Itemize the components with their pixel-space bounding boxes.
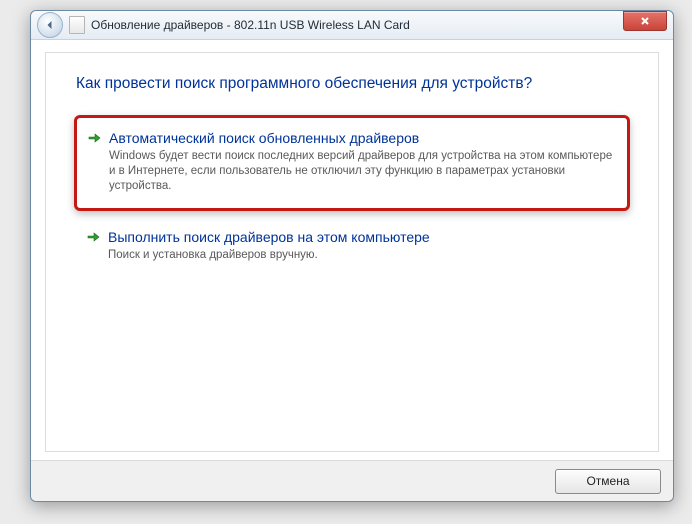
close-button[interactable] (623, 11, 667, 31)
titlebar: Обновление драйверов - 802.11n USB Wirel… (31, 11, 673, 40)
option-description: Поиск и установка драйверов вручную. (108, 248, 616, 263)
close-icon (640, 17, 650, 25)
option-title: Выполнить поиск драйверов на этом компью… (108, 227, 616, 247)
option-auto-search[interactable]: Автоматический поиск обновленных драйвер… (74, 115, 630, 211)
arrow-left-icon (45, 20, 55, 30)
arrow-right-icon (86, 230, 100, 244)
content-wrap: Как провести поиск программного обеспече… (31, 40, 673, 460)
document-icon (69, 16, 85, 34)
window-title: Обновление драйверов - 802.11n USB Wirel… (91, 18, 617, 32)
page-heading: Как провести поиск программного обеспече… (76, 75, 630, 93)
option-manual-search[interactable]: Выполнить поиск драйверов на этом компью… (78, 225, 630, 273)
option-description: Windows будет вести поиск последних верс… (109, 149, 613, 194)
driver-update-wizard-window: Обновление драйверов - 802.11n USB Wirel… (30, 10, 674, 502)
bottom-bar: Отмена (31, 460, 673, 501)
back-button[interactable] (37, 12, 63, 38)
content-panel: Как провести поиск программного обеспече… (45, 52, 659, 452)
arrow-right-icon (87, 131, 101, 145)
cancel-button[interactable]: Отмена (555, 469, 661, 494)
option-title: Автоматический поиск обновленных драйвер… (109, 128, 613, 148)
